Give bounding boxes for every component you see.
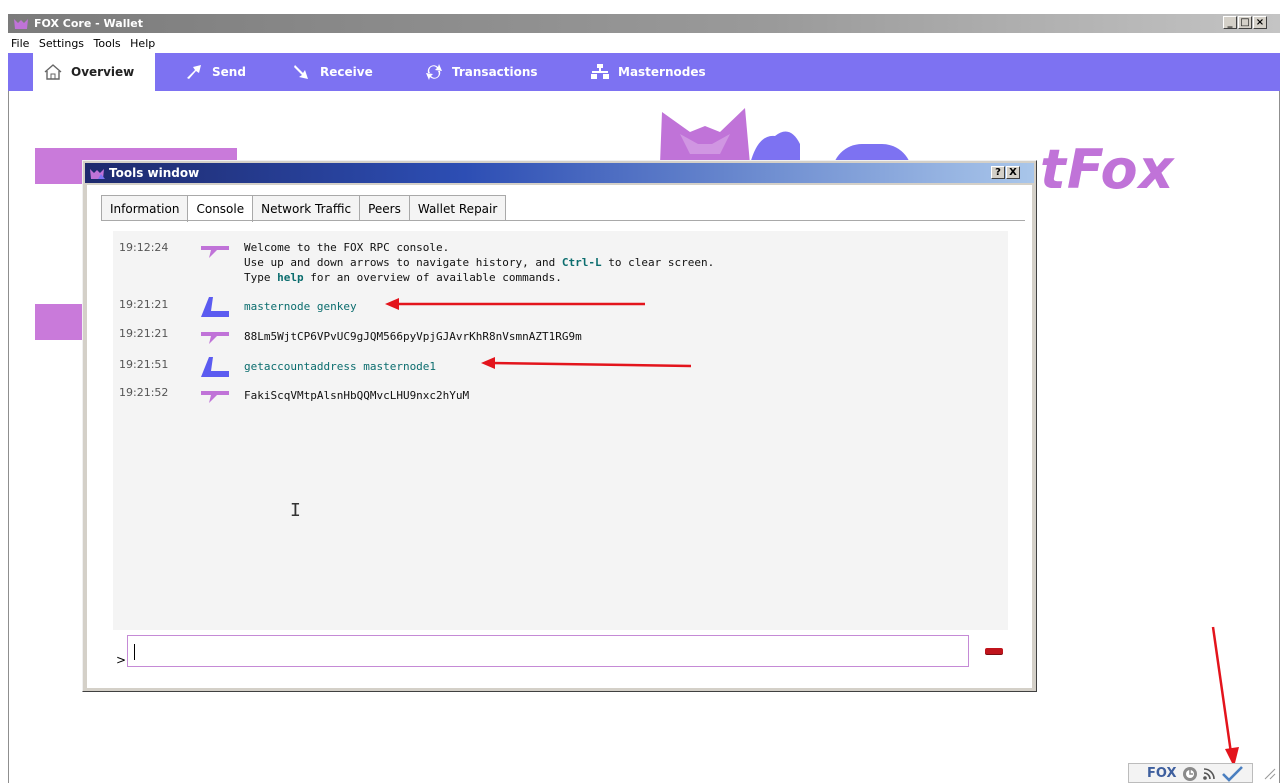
window-left-border (8, 91, 9, 783)
console-reply: FakiScqVMtpAlsnHbQQMvcLHU9nxc2hYuM (244, 389, 470, 402)
tools-tabs: Information Console Network Traffic Peer… (101, 195, 507, 222)
home-icon (44, 64, 62, 80)
text-caret (134, 644, 135, 660)
tab-transactions[interactable]: Transactions (424, 53, 538, 91)
annotation-arrow (385, 298, 645, 310)
console-timestamp: 19:21:51 (119, 358, 169, 371)
main-window-titlebar[interactable]: FOX Core - Wallet _ □ × (8, 14, 1280, 33)
resize-grip-icon[interactable] (1262, 766, 1276, 780)
network-icon[interactable] (1203, 768, 1215, 780)
tab-send[interactable]: Send (184, 53, 246, 91)
tools-window: Tools window ? X Information Console Net… (82, 160, 1037, 692)
synced-check-icon[interactable] (1221, 766, 1243, 782)
reply-arrow-icon (201, 332, 229, 344)
tab-overview[interactable]: Overview (33, 53, 155, 91)
tools-close-button[interactable]: X (1006, 166, 1020, 179)
fox-app-icon (14, 19, 28, 29)
tab-receive[interactable]: Receive (292, 53, 373, 91)
console-command: masternode genkey (244, 300, 357, 313)
maximize-button[interactable]: □ (1238, 16, 1252, 29)
menu-tools[interactable]: Tools (91, 34, 124, 50)
tools-window-body: Information Console Network Traffic Peer… (87, 185, 1032, 688)
tab-network-traffic[interactable]: Network Traffic (252, 195, 361, 220)
tab-transactions-label: Transactions (452, 65, 538, 79)
window-right-border (1279, 91, 1280, 783)
console-timestamp: 19:21:52 (119, 386, 169, 399)
close-button[interactable]: × (1253, 16, 1267, 29)
main-nav-bar: Overview Send Receive Transactions Maste… (8, 53, 1280, 91)
tab-send-label: Send (212, 65, 246, 79)
send-arrow-icon (187, 65, 201, 79)
sync-icon[interactable] (1182, 766, 1198, 782)
console-output[interactable]: 19:12:24 Welcome to the FOX RPC console.… (113, 231, 1008, 630)
help-button[interactable]: ? (991, 166, 1005, 179)
tab-masternodes-label: Masternodes (618, 65, 706, 79)
window-title: FOX Core - Wallet (34, 17, 143, 30)
menu-file[interactable]: File (8, 34, 32, 50)
tools-window-title: Tools window (109, 166, 200, 180)
transactions-icon (426, 64, 442, 80)
status-unit-label[interactable]: FOX (1147, 766, 1177, 781)
tab-peers[interactable]: Peers (359, 195, 410, 220)
command-arrow-icon (201, 357, 229, 377)
console-scroll-area (434, 405, 1008, 469)
tools-window-titlebar[interactable]: Tools window ? X (85, 163, 1034, 183)
console-timestamp: 19:21:21 (119, 298, 169, 311)
menu-settings[interactable]: Settings (36, 34, 87, 50)
minimize-button[interactable]: _ (1223, 16, 1237, 29)
tab-overview-label: Overview (71, 65, 135, 79)
menu-bar: File Settings Tools Help (8, 34, 1280, 52)
tab-divider (101, 220, 1025, 221)
console-command: getaccountaddress masternode1 (244, 360, 437, 373)
annotation-arrow (481, 357, 692, 369)
console-input[interactable] (127, 635, 969, 667)
tab-console[interactable]: Console (187, 195, 254, 222)
logo-text: tFox (1040, 138, 1175, 201)
console-timestamp: 19:21:21 (119, 327, 169, 340)
reply-arrow-icon (201, 246, 229, 258)
menu-help[interactable]: Help (127, 34, 158, 50)
clear-console-button[interactable] (985, 648, 1003, 654)
tab-masternodes[interactable]: Masternodes (590, 53, 706, 91)
fox-logo-icon (660, 108, 800, 164)
tab-wallet-repair[interactable]: Wallet Repair (408, 195, 507, 220)
status-bar: FOX (1128, 763, 1253, 783)
console-prompt: > (116, 653, 127, 667)
command-arrow-icon (201, 297, 229, 317)
receive-arrow-icon (294, 65, 308, 79)
tab-receive-label: Receive (320, 65, 373, 79)
annotation-arrow (1211, 626, 1239, 767)
masternodes-icon (591, 64, 609, 79)
tab-information[interactable]: Information (101, 195, 189, 220)
console-welcome: Welcome to the FOX RPC console. Use up a… (244, 241, 715, 284)
console-timestamp: 19:12:24 (119, 241, 169, 254)
tools-window-fox-icon (90, 169, 105, 179)
mouse-ibeam-cursor: I (290, 500, 301, 521)
reply-arrow-icon (201, 391, 229, 403)
overview-section-block (35, 304, 83, 340)
console-reply: 88Lm5WjtCP6VPvUC9gJQM566pyVpjGJAvrKhR8nV… (244, 330, 582, 343)
